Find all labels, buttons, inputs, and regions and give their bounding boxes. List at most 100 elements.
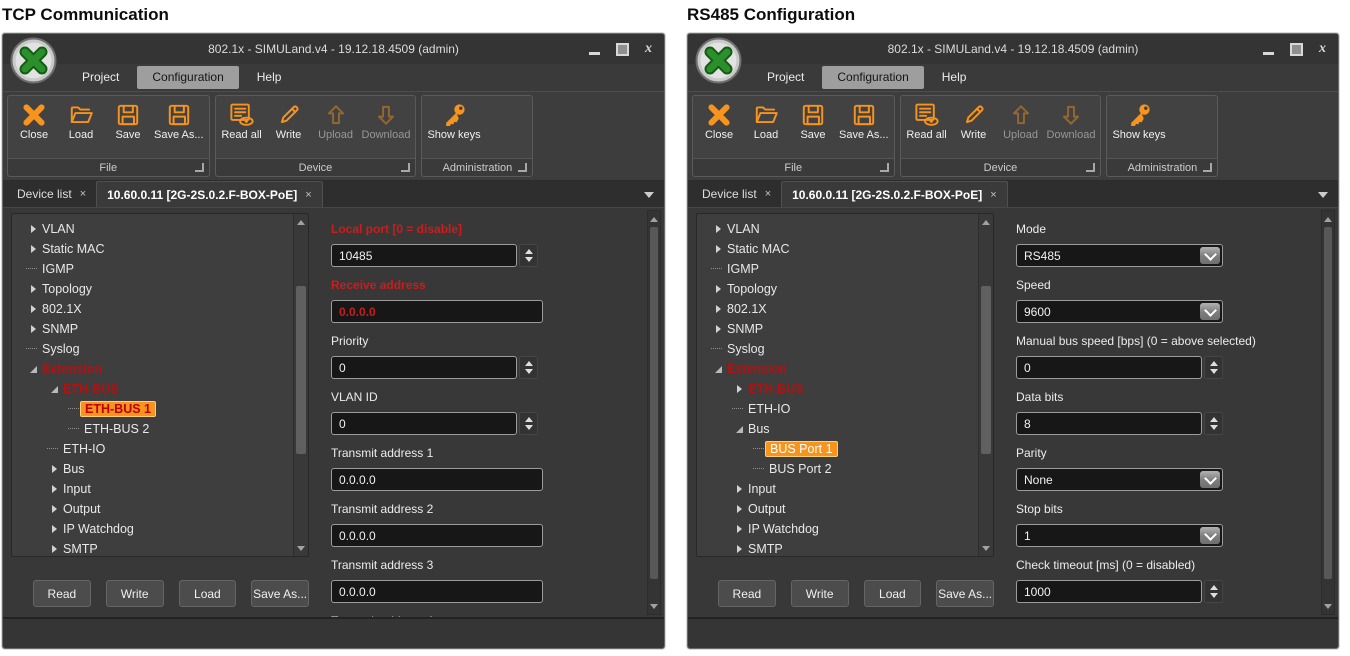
spin-down-icon[interactable] [1210, 425, 1218, 430]
tree-item[interactable]: Bus [20, 459, 292, 479]
maximize-button[interactable] [1290, 44, 1303, 55]
tree-item[interactable]: Static MAC [705, 239, 977, 259]
tab-close-icon[interactable]: × [80, 188, 86, 200]
tree-item[interactable]: ETH-BUS 1 [20, 399, 292, 419]
tree-item[interactable]: SNMP [705, 319, 977, 339]
tree-item[interactable]: Extension [20, 359, 292, 379]
load-button[interactable]: Load [864, 580, 922, 607]
dropdown-select[interactable]: RS485 [1016, 244, 1223, 267]
menu-tab-configuration[interactable]: Configuration [822, 66, 923, 89]
tree-item[interactable]: Output [705, 499, 977, 519]
dialog-launcher-icon[interactable] [1086, 163, 1095, 172]
dropdown-select[interactable]: 9600 [1016, 300, 1223, 323]
tree-item[interactable]: ETH-BUS [20, 379, 292, 399]
number-input[interactable]: 0 [1016, 356, 1202, 379]
tree-item[interactable]: Static MAC [20, 239, 292, 259]
expand-icon[interactable] [26, 219, 40, 239]
expand-icon[interactable] [732, 379, 746, 399]
spin-down-icon[interactable] [525, 257, 533, 262]
tree-item[interactable]: ETH-BUS 2 [20, 419, 292, 439]
menu-tab-project[interactable]: Project [752, 66, 819, 89]
tree-scrollbar[interactable] [978, 214, 993, 556]
spin-up-icon[interactable] [525, 249, 533, 254]
tree-item[interactable]: ETH-IO [20, 439, 292, 459]
title-bar[interactable]: 802.1x - SIMULand.v4 - 19.12.18.4509 (ad… [3, 34, 664, 64]
tree-item[interactable]: IGMP [705, 259, 977, 279]
scroll-up-icon[interactable] [1322, 212, 1334, 226]
tree-scrollbar-thumb[interactable] [296, 286, 306, 454]
tree-item[interactable]: BUS Port 2 [705, 459, 977, 479]
tree-item[interactable]: IP Watchdog [705, 519, 977, 539]
tree-item[interactable]: ETH-IO [705, 399, 977, 419]
expand-icon[interactable] [47, 519, 61, 539]
minimize-button[interactable] [589, 43, 600, 55]
tab-close-icon[interactable]: × [765, 188, 771, 200]
expand-icon[interactable] [47, 479, 61, 499]
collapse-icon[interactable] [47, 379, 61, 399]
title-bar[interactable]: 802.1x - SIMULand.v4 - 19.12.18.4509 (ad… [688, 34, 1338, 64]
maximize-button[interactable] [616, 44, 629, 55]
tree-item[interactable]: SNMP [20, 319, 292, 339]
scroll-down-icon[interactable] [979, 541, 993, 555]
scroll-up-icon[interactable] [979, 215, 993, 229]
ribbon-button-read-all[interactable]: Read all [904, 98, 950, 158]
doc-tab-10-60-0-11-2g-2s-0-2-f-box-poe[interactable]: 10.60.0.11 [2G-2S.0.2.F-BOX-PoE]× [781, 181, 1008, 207]
tree-item[interactable]: BUS Port 1 [705, 439, 977, 459]
dropdown-select[interactable]: 1 [1016, 524, 1223, 547]
tree-item[interactable]: SMTP [20, 539, 292, 557]
expand-icon[interactable] [732, 519, 746, 539]
tree-item[interactable]: SMTP [705, 539, 977, 557]
spin-down-icon[interactable] [1210, 369, 1218, 374]
expand-icon[interactable] [732, 499, 746, 519]
spin-down-icon[interactable] [525, 425, 533, 430]
menu-tab-help[interactable]: Help [242, 66, 297, 89]
text-input[interactable]: 0.0.0.0 [331, 300, 543, 323]
scroll-up-icon[interactable] [648, 212, 660, 226]
scroll-down-icon[interactable] [294, 541, 308, 555]
ribbon-button-save-as[interactable]: Save As... [152, 98, 206, 158]
spin-up-icon[interactable] [525, 361, 533, 366]
tree-item[interactable]: ETH-BUS [705, 379, 977, 399]
menu-tab-help[interactable]: Help [927, 66, 982, 89]
tree-item[interactable]: Bus [705, 419, 977, 439]
collapse-icon[interactable] [732, 419, 746, 439]
ribbon-button-read-all[interactable]: Read all [219, 98, 265, 158]
ribbon-button-show-keys[interactable]: Show keys [1110, 98, 1167, 158]
form-scrollbar[interactable] [647, 210, 661, 615]
save-as-button[interactable]: Save As... [936, 580, 994, 607]
tree-item[interactable]: Syslog [20, 339, 292, 359]
load-button[interactable]: Load [179, 580, 237, 607]
spin-up-icon[interactable] [525, 417, 533, 422]
spinner-buttons[interactable] [1204, 356, 1223, 379]
tree-item[interactable]: Output [20, 499, 292, 519]
tree-item[interactable]: Extension [705, 359, 977, 379]
spin-down-icon[interactable] [525, 369, 533, 374]
form-scrollbar-thumb[interactable] [1324, 227, 1332, 579]
dropdown-button[interactable] [1200, 527, 1220, 544]
number-input[interactable]: 0 [331, 356, 517, 379]
expand-icon[interactable] [26, 319, 40, 339]
menu-tab-configuration[interactable]: Configuration [137, 66, 238, 89]
dropdown-button[interactable] [1200, 471, 1220, 488]
doc-tab-device-list[interactable]: Device list× [7, 181, 96, 207]
spin-down-icon[interactable] [1210, 593, 1218, 598]
expand-icon[interactable] [47, 459, 61, 479]
dropdown-select[interactable]: None [1016, 468, 1223, 491]
tree-item[interactable]: IGMP [20, 259, 292, 279]
ribbon-button-save[interactable]: Save [105, 98, 151, 158]
ribbon-button-write[interactable]: Write [266, 98, 312, 158]
save-as-button[interactable]: Save As... [251, 580, 309, 607]
form-scrollbar-thumb[interactable] [650, 227, 658, 579]
expand-icon[interactable] [732, 539, 746, 557]
expand-icon[interactable] [732, 479, 746, 499]
tab-close-icon[interactable]: × [990, 189, 996, 201]
text-input[interactable]: 0.0.0.0 [331, 524, 543, 547]
dropdown-button[interactable] [1200, 247, 1220, 264]
spinner-buttons[interactable] [1204, 580, 1223, 603]
dialog-launcher-icon[interactable] [401, 163, 410, 172]
scroll-down-icon[interactable] [648, 599, 660, 613]
expand-icon[interactable] [711, 279, 725, 299]
tree-item[interactable]: 802.1X [705, 299, 977, 319]
menu-tab-project[interactable]: Project [67, 66, 134, 89]
ribbon-button-close[interactable]: Close [696, 98, 742, 158]
